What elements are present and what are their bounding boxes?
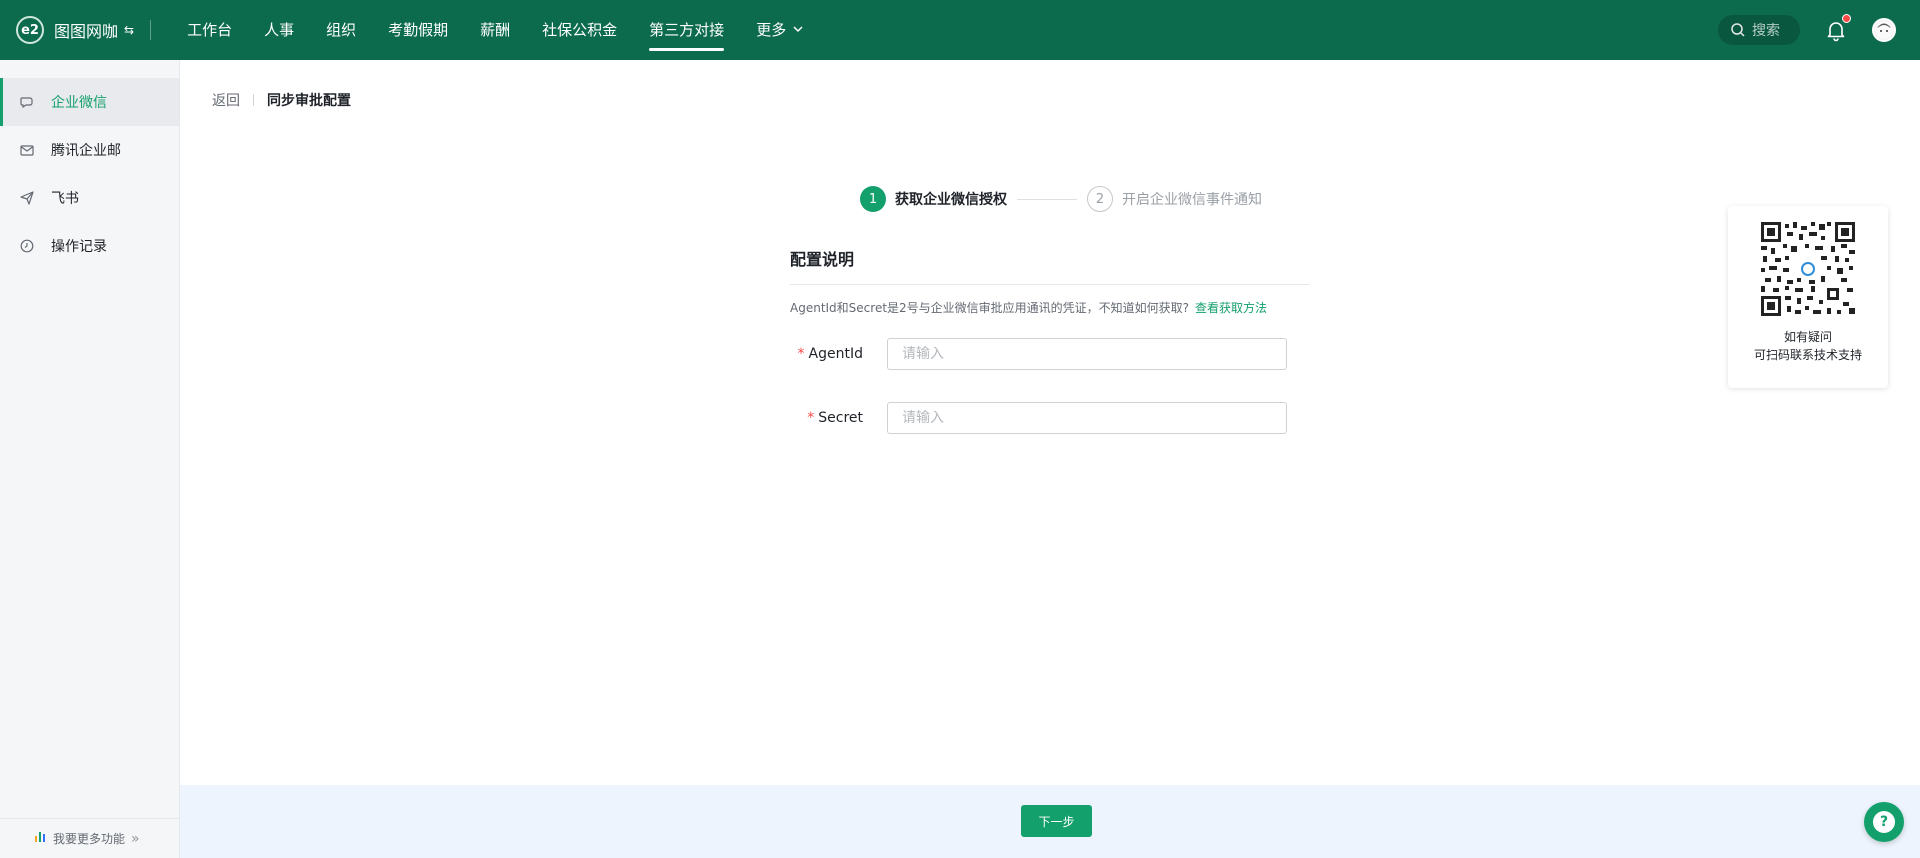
user-avatar[interactable] — [1872, 18, 1896, 42]
sidebar-item-label: 飞书 — [51, 191, 79, 207]
nav-item-personnel[interactable]: 人事 — [264, 0, 294, 60]
search-placeholder: 搜索 — [1752, 23, 1780, 39]
qr-caption-line2: 可扫码联系技术支持 — [1753, 348, 1862, 362]
nav-item-third-party[interactable]: 第三方对接 — [649, 0, 725, 60]
sidebar-item-label: 腾讯企业邮 — [51, 143, 121, 159]
mail-icon — [20, 143, 34, 157]
support-qr-card: 如有疑问 可扫码联系技术支持 — [1728, 206, 1888, 388]
secret-label: * Secret — [790, 410, 887, 426]
sidebar-item-label: 企业微信 — [51, 95, 107, 111]
back-link[interactable]: 返回 — [212, 90, 240, 110]
search-icon — [1731, 23, 1745, 37]
chevron-down-icon — [792, 1, 804, 61]
qr-caption-line1: 如有疑问 — [1783, 330, 1832, 344]
nav-more-label: 更多 — [756, 21, 787, 39]
more-features-label: 我要更多功能 — [53, 832, 126, 846]
section-title: 配置说明 — [790, 246, 1310, 285]
sidebar-item-tencent-mail[interactable]: 腾讯企业邮 — [0, 126, 179, 174]
step-2-circle: 2 — [1087, 186, 1113, 212]
agentid-label: * AgentId — [790, 346, 887, 362]
breadcrumb-divider — [253, 94, 254, 106]
how-to-get-link[interactable]: 查看获取方法 — [1195, 301, 1267, 315]
sidebar-item-wecom[interactable]: 企业微信 — [0, 78, 179, 126]
bar-chart-icon — [34, 830, 47, 847]
secret-input[interactable] — [887, 402, 1287, 434]
switch-company-icon[interactable]: ⇆ — [124, 23, 134, 37]
nav-item-social-security[interactable]: 社保公积金 — [542, 0, 617, 60]
main-content: 返回 同步审批配置 1 获取企业微信授权 2 开启企业微信事件通知 配置说明 A… — [180, 60, 1920, 785]
nav-item-salary[interactable]: 薪酬 — [480, 0, 510, 60]
description-text: AgentId和Secret是2号与企业微信审批应用通讯的凭证，不知道如何获取? — [790, 301, 1190, 315]
step-1-label: 获取企业微信授权 — [895, 192, 1007, 208]
notification-badge — [1842, 14, 1851, 23]
brand-divider — [150, 20, 152, 40]
agentid-row: * AgentId — [790, 338, 1310, 370]
clock-icon — [20, 239, 34, 253]
company-name[interactable]: 图图网咖 — [54, 18, 118, 42]
config-description: AgentId和Secret是2号与企业微信审批应用通讯的凭证，不知道如何获取?… — [790, 299, 1310, 316]
question-mark-icon: ? — [1873, 811, 1895, 833]
top-right-tools: 搜索 — [1718, 0, 1920, 60]
agentid-label-text: AgentId — [808, 346, 863, 362]
nav-item-attendance[interactable]: 考勤假期 — [388, 0, 448, 60]
nav-item-organization[interactable]: 组织 — [326, 0, 356, 60]
sidebar-item-operation-log[interactable]: 操作记录 — [0, 222, 179, 270]
page-title: 同步审批配置 — [267, 93, 351, 109]
breadcrumb: 返回 同步审批配置 — [212, 90, 351, 110]
double-chevron-right-icon: » — [131, 830, 140, 847]
more-features-link[interactable]: 我要更多功能 » — [0, 818, 180, 858]
top-navigation-bar: e2 图图网咖 ⇆ 工作台 人事 组织 考勤假期 薪酬 社保公积金 第三方对接 … — [0, 0, 1920, 60]
config-form: 配置说明 AgentId和Secret是2号与企业微信审批应用通讯的凭证，不知道… — [790, 246, 1310, 434]
help-button[interactable]: ? — [1864, 802, 1904, 842]
bottom-action-bar: 下一步 ? — [180, 785, 1920, 858]
step-2-label: 开启企业微信事件通知 — [1122, 192, 1262, 208]
brand[interactable]: e2 图图网咖 ⇆ — [0, 0, 134, 60]
required-mark: * — [797, 346, 805, 362]
sidebar-item-label: 操作记录 — [51, 239, 107, 255]
brand-logo: e2 — [16, 16, 44, 44]
paper-plane-icon — [20, 191, 34, 205]
qr-caption: 如有疑问 可扫码联系技术支持 — [1728, 328, 1888, 364]
notification-bell-icon[interactable] — [1824, 14, 1851, 42]
main-nav: 工作台 人事 组织 考勤假期 薪酬 社保公积金 第三方对接 更多 — [171, 0, 820, 60]
required-mark: * — [807, 410, 815, 426]
step-1-circle: 1 — [860, 186, 886, 212]
search-input[interactable]: 搜索 — [1718, 15, 1800, 45]
next-step-button[interactable]: 下一步 — [1021, 805, 1092, 837]
secret-row: * Secret — [790, 402, 1310, 434]
step-connector — [1017, 198, 1077, 200]
nav-item-workbench[interactable]: 工作台 — [187, 0, 232, 60]
sidebar-item-feishu[interactable]: 飞书 — [0, 174, 179, 222]
secret-label-text: Secret — [818, 410, 863, 426]
chat-icon — [20, 95, 34, 109]
sidebar: 企业微信 腾讯企业邮 飞书 操作记录 我要更多功能 » — [0, 60, 180, 858]
qr-code — [1761, 222, 1855, 316]
agentid-input[interactable] — [887, 338, 1287, 370]
nav-item-more[interactable]: 更多 — [756, 0, 804, 60]
steps: 1 获取企业微信授权 2 开启企业微信事件通知 — [860, 186, 1262, 212]
